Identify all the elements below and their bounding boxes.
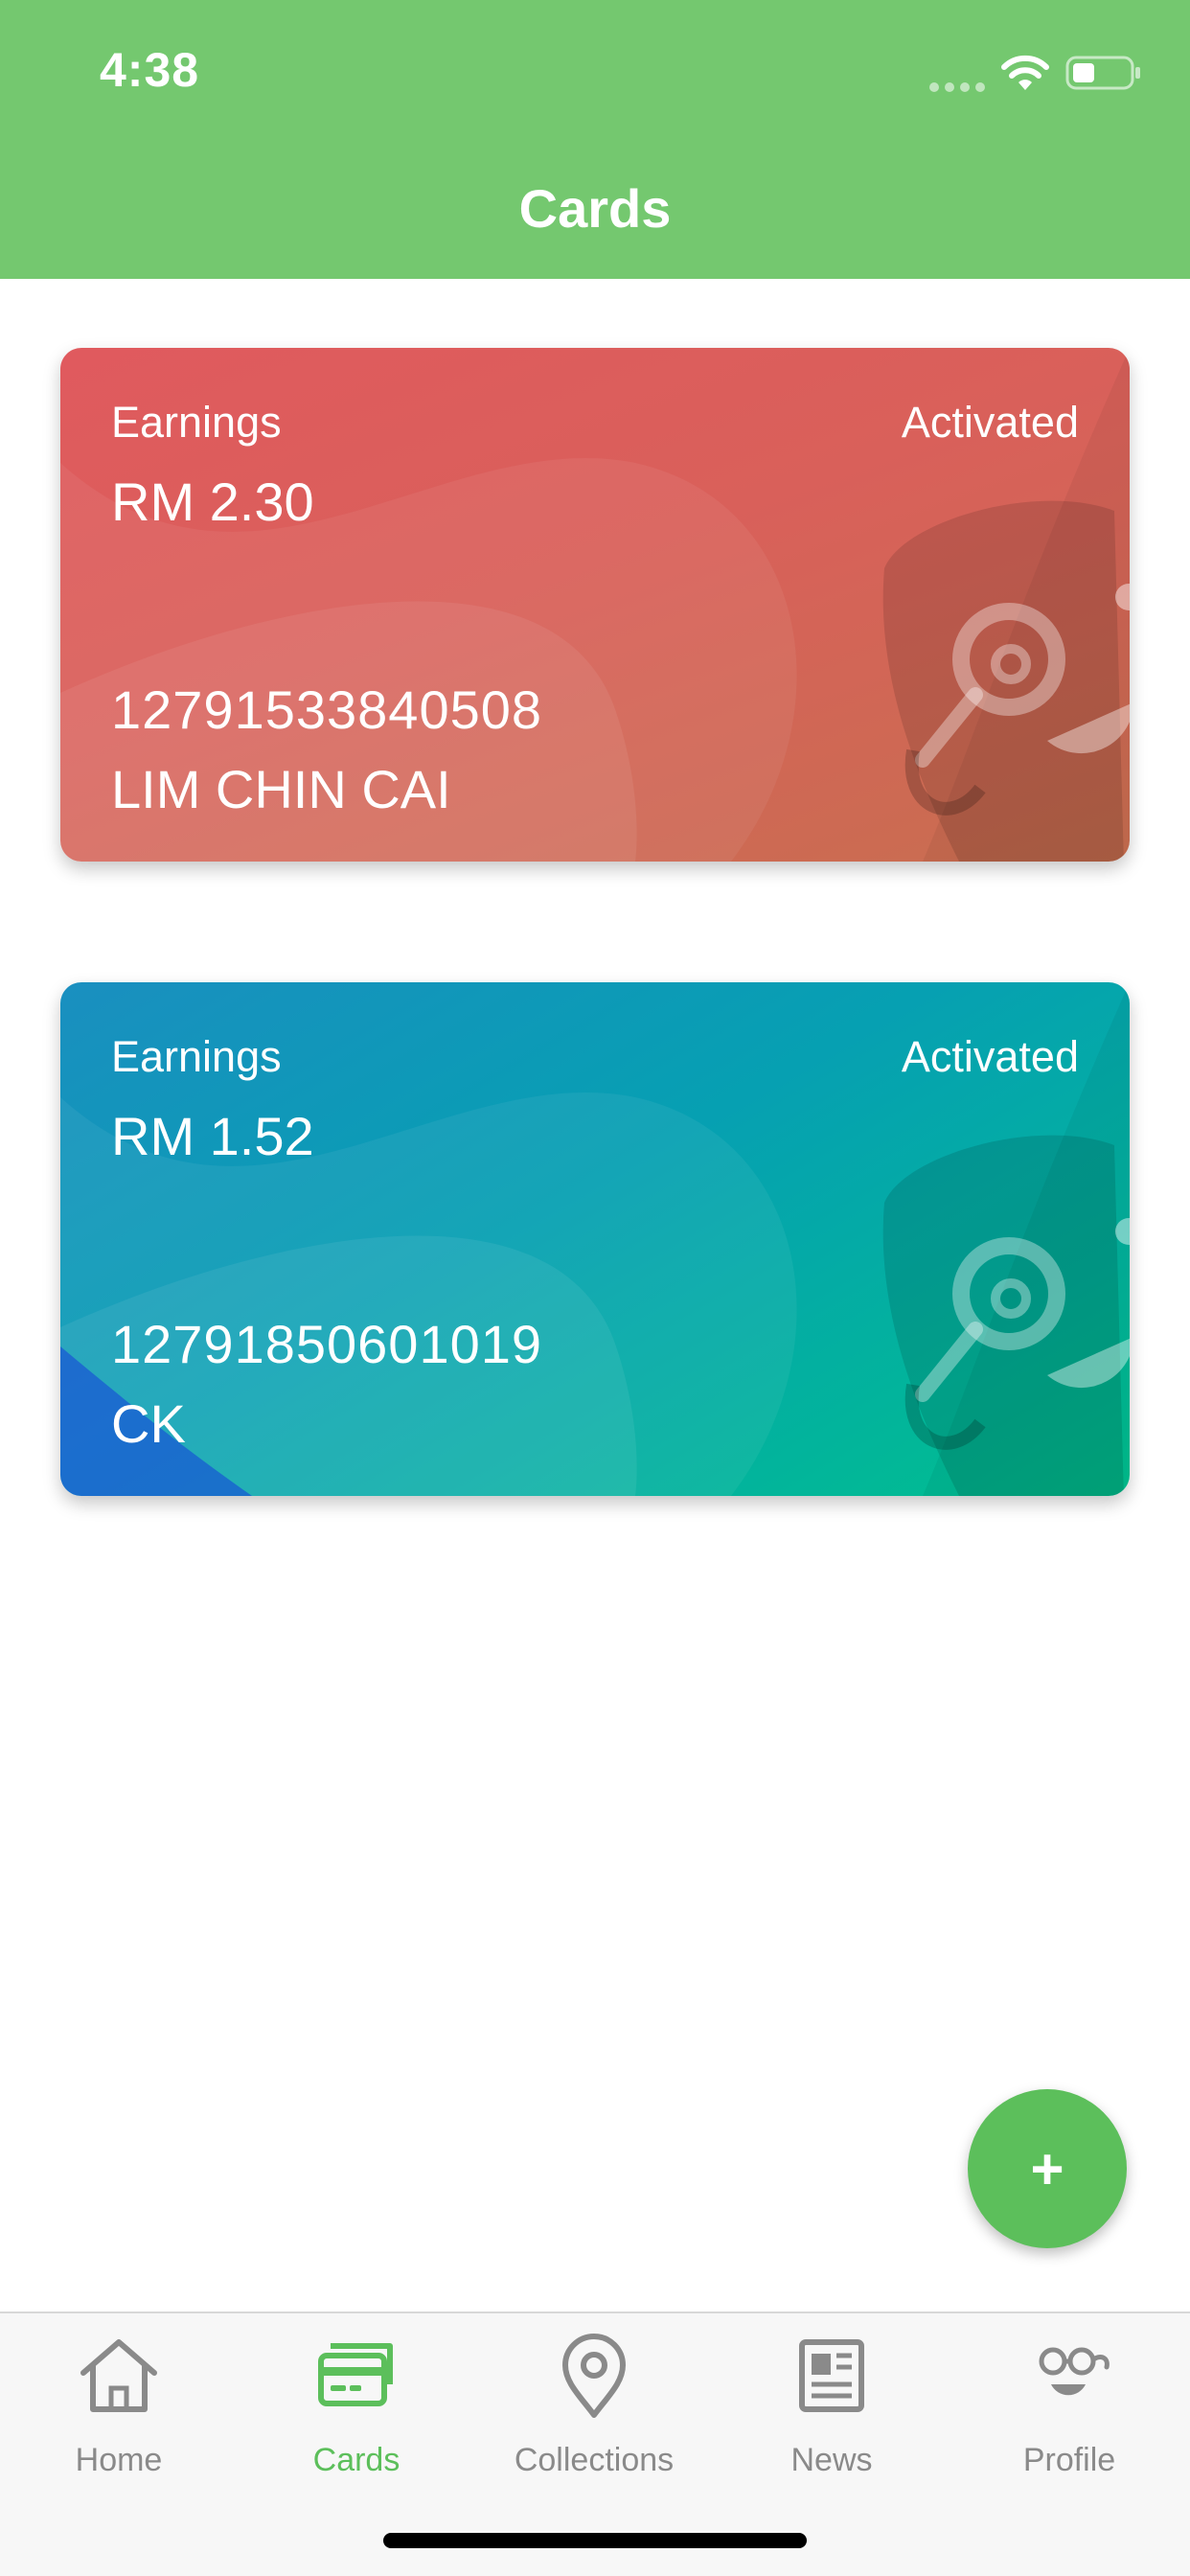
earnings-value: RM 2.30 bbox=[111, 472, 314, 532]
earnings-label: Earnings bbox=[111, 398, 282, 447]
home-indicator[interactable] bbox=[383, 2533, 807, 2548]
earnings-card[interactable]: Earnings RM 1.52 Activated 1279185060101… bbox=[60, 982, 1130, 1496]
card-number: 12791850601019 bbox=[111, 1314, 543, 1374]
card-status: Activated bbox=[901, 398, 1079, 447]
card-number: 12791533840508 bbox=[111, 679, 543, 740]
app-header: 4:38 Cards bbox=[0, 0, 1190, 279]
tab-label: Home bbox=[75, 2442, 163, 2478]
earnings-value: RM 1.52 bbox=[111, 1106, 314, 1166]
card-icon bbox=[318, 2343, 393, 2406]
status-time: 4:38 bbox=[100, 43, 200, 97]
card-holder-name: LIM CHIN CAI bbox=[111, 759, 451, 819]
home-icon bbox=[80, 2339, 157, 2412]
cards-screen: 4:38 Cards Earnings RM 2.30 Activated 12… bbox=[0, 0, 1190, 2576]
card-holder-name: CK bbox=[111, 1393, 186, 1454]
tab-cards[interactable]: Cards bbox=[238, 2333, 475, 2479]
newspaper-icon bbox=[799, 2339, 864, 2412]
tab-label: News bbox=[790, 2442, 873, 2478]
plus-icon: + bbox=[1030, 2136, 1064, 2201]
battery-icon bbox=[1065, 56, 1140, 90]
tab-news[interactable]: News bbox=[713, 2333, 950, 2479]
earnings-card[interactable]: Earnings RM 2.30 Activated 1279153384050… bbox=[60, 348, 1130, 862]
wifi-icon bbox=[1001, 55, 1049, 90]
add-card-button[interactable]: + bbox=[968, 2089, 1127, 2248]
cellular-signal-icon bbox=[929, 80, 991, 92]
tab-label: Profile bbox=[1022, 2442, 1116, 2478]
tab-label: Cards bbox=[312, 2442, 400, 2478]
tab-profile[interactable]: Profile bbox=[950, 2333, 1188, 2479]
mascot-magnifier-icon bbox=[882, 500, 1130, 862]
tab-collections[interactable]: Collections bbox=[475, 2333, 713, 2479]
profile-glasses-icon bbox=[1039, 2347, 1110, 2396]
earnings-label: Earnings bbox=[111, 1032, 282, 1081]
page-title: Cards bbox=[518, 178, 672, 239]
tab-home[interactable]: Home bbox=[0, 2333, 238, 2479]
location-pin-icon bbox=[562, 2334, 626, 2418]
mascot-magnifier-icon bbox=[882, 1135, 1130, 1496]
tab-label: Collections bbox=[514, 2442, 675, 2478]
card-status: Activated bbox=[901, 1032, 1079, 1081]
